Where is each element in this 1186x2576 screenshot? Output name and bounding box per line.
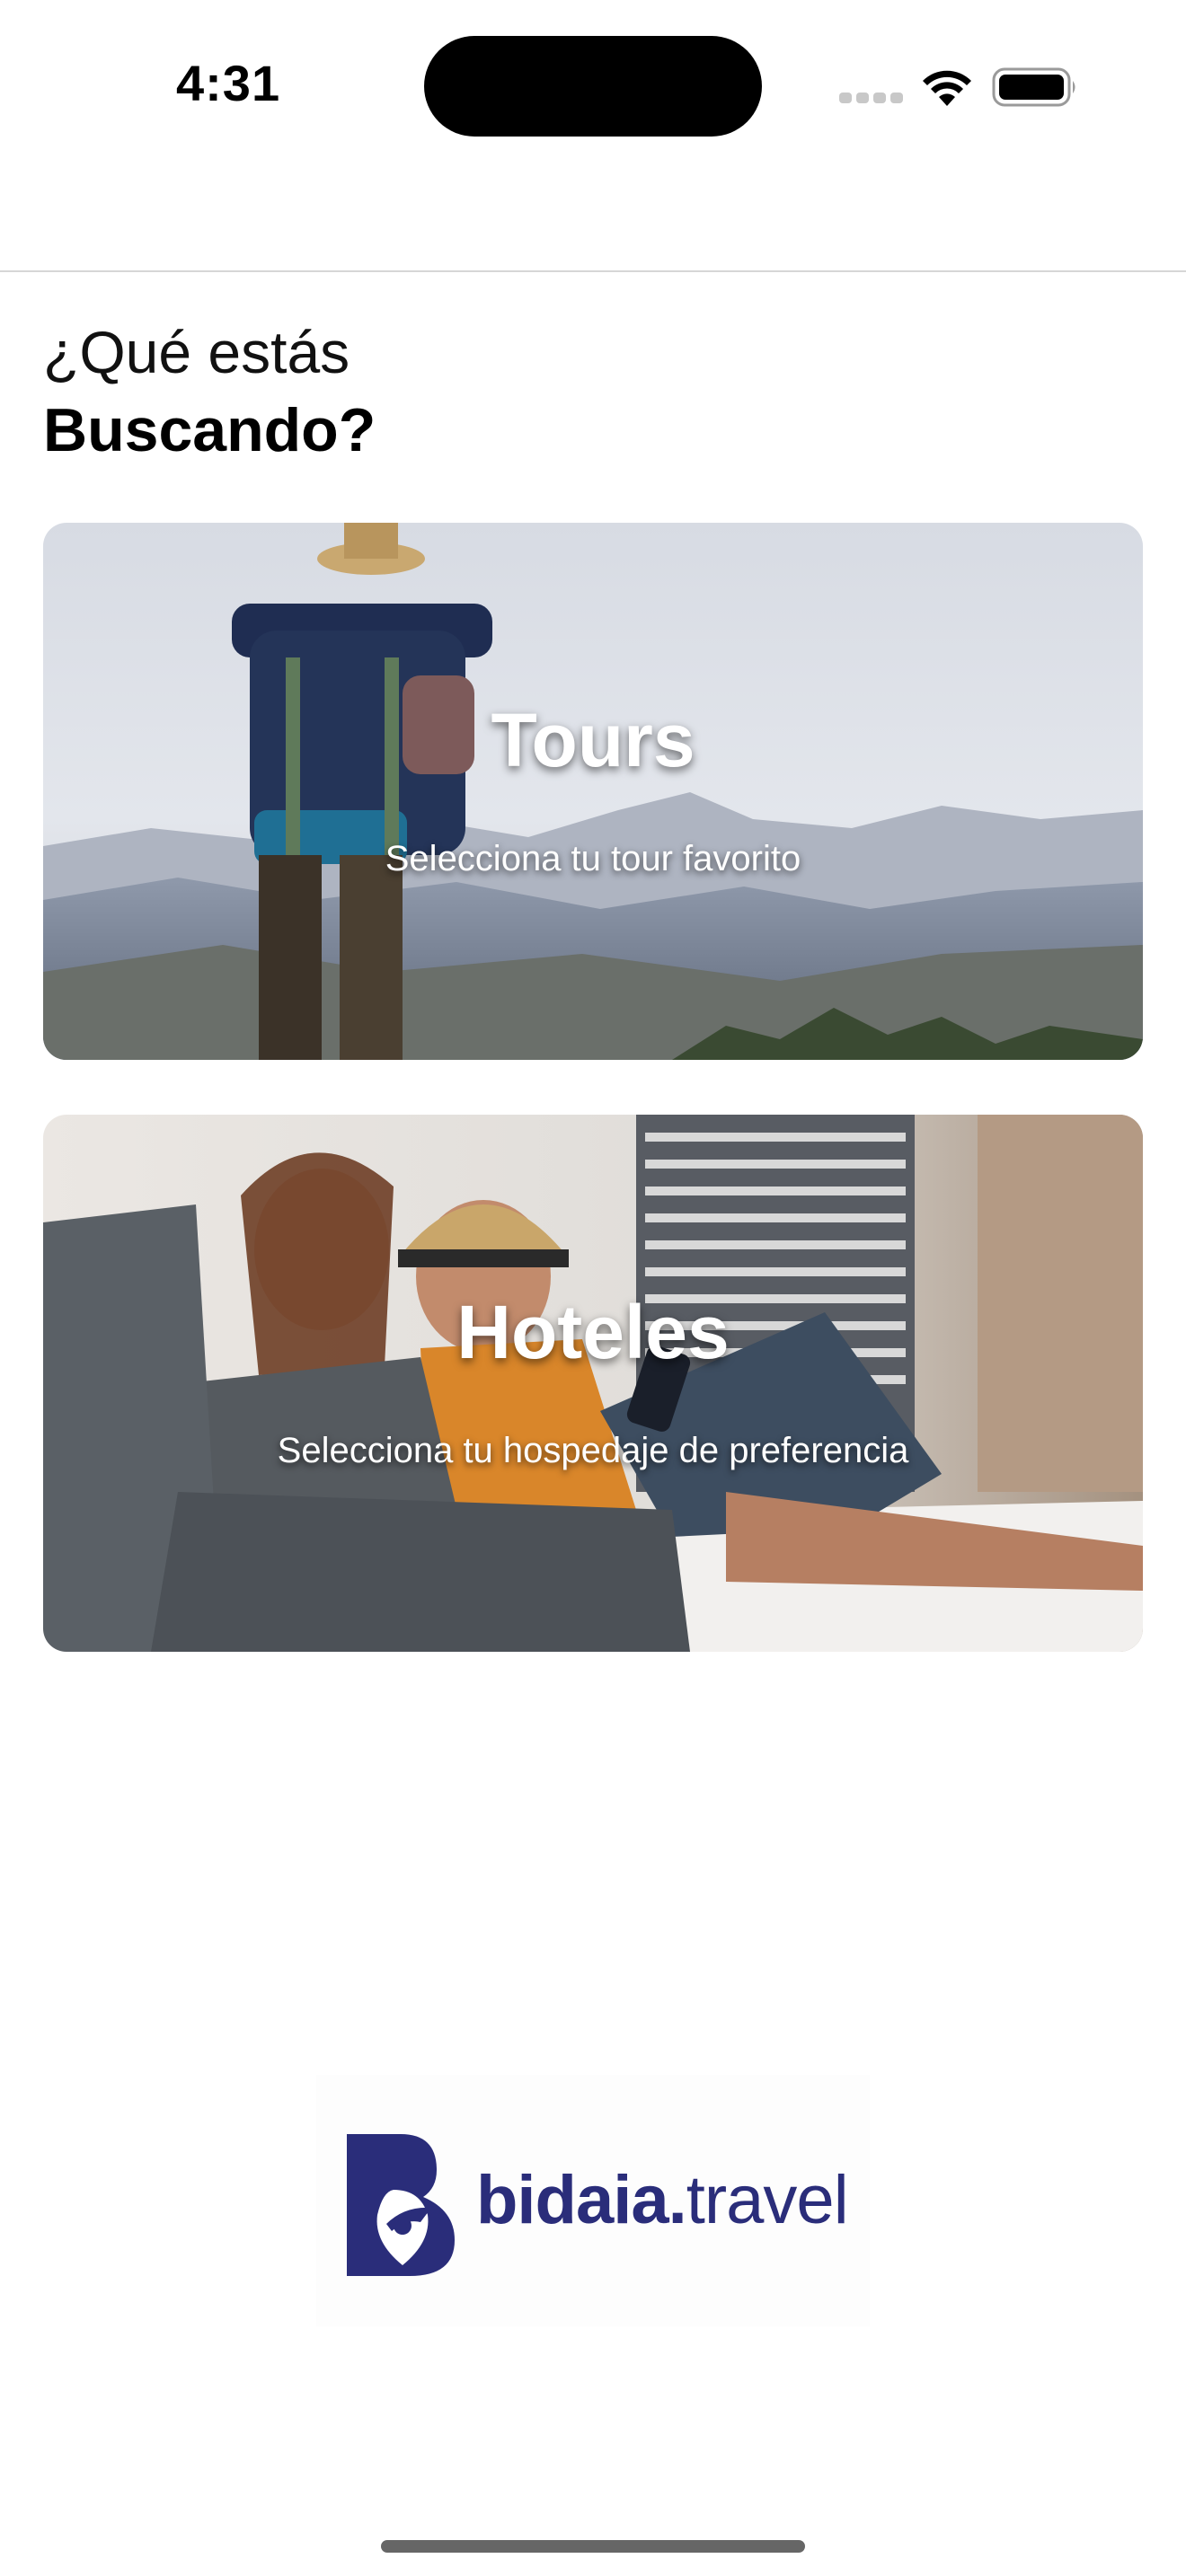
wifi-icon	[923, 70, 971, 106]
bidaia-travel-logo: bidaia.travel	[316, 2075, 870, 2326]
heading-line1: ¿Qué estás	[43, 319, 350, 385]
tours-subtitle: Selecciona tu tour favorito	[385, 839, 801, 878]
bidaia-logo-icon	[347, 2134, 455, 2276]
hoteles-subtitle: Selecciona tu hospedaje de preferencia	[277, 1431, 909, 1470]
app-screen: 4:31 ¿Qué estás Buscando? Tours Seleccio…	[0, 0, 1186, 2576]
nav-divider	[0, 270, 1186, 272]
battery-icon	[992, 67, 1075, 107]
hoteles-card[interactable]: Hoteles Selecciona tu hospedaje de prefe…	[43, 1115, 1143, 1652]
status-bar: 4:31	[0, 0, 1186, 180]
dynamic-island	[424, 36, 762, 137]
heading-line2: Buscando?	[43, 396, 376, 464]
hoteles-title: Hoteles	[456, 1290, 730, 1374]
hoteles-card-image	[43, 1115, 1143, 1652]
home-indicator[interactable]	[381, 2540, 805, 2553]
tours-title: Tours	[491, 698, 695, 782]
signal-icon	[839, 93, 903, 105]
bidaia-logo-text: bidaia.travel	[476, 2161, 849, 2239]
tours-card[interactable]: Tours Selecciona tu tour favorito	[43, 523, 1143, 1060]
status-time: 4:31	[176, 55, 281, 111]
tours-card-image	[43, 523, 1143, 1060]
logo-brand-bold: bidaia.	[476, 2162, 687, 2238]
logo-brand-light: travel	[686, 2162, 849, 2238]
